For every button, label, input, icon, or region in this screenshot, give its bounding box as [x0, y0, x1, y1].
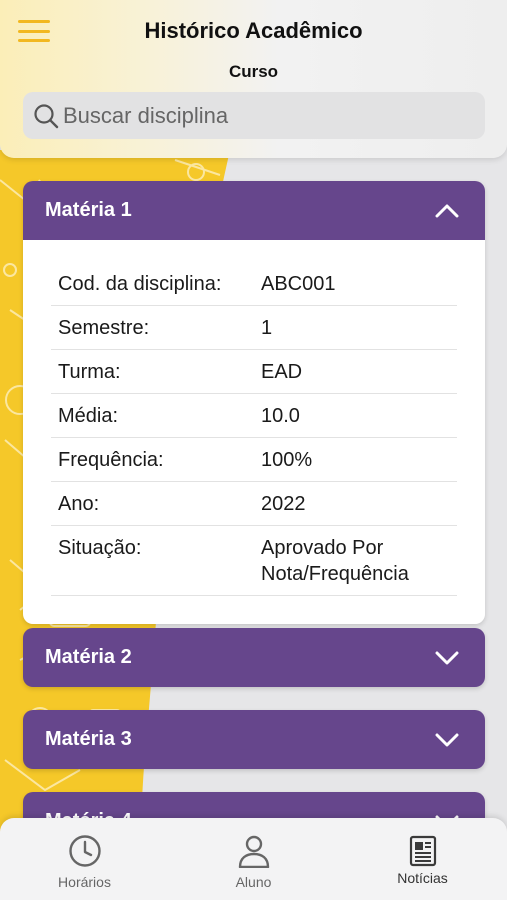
subject-card: Matéria 1 Cod. da disciplina: ABC001 Sem…: [23, 181, 485, 624]
nav-item-horarios[interactable]: Horários: [0, 818, 169, 900]
detail-row: Turma: EAD: [51, 350, 457, 394]
subject-card: Matéria 2: [23, 628, 485, 687]
subject-name: Matéria 3: [45, 728, 132, 750]
detail-row: Semestre: 1: [51, 306, 457, 350]
search-bar[interactable]: [23, 92, 485, 139]
detail-label: Cod. da disciplina:: [58, 273, 222, 295]
subject-header[interactable]: Matéria 3: [23, 710, 485, 769]
detail-row: Frequência: 100%: [51, 438, 457, 482]
subject-name: Matéria 1: [45, 199, 132, 221]
detail-label: Semestre:: [58, 317, 150, 339]
newspaper-icon: [409, 835, 436, 867]
detail-value: 1: [261, 317, 273, 339]
detail-row: Situação: Aprovado Por Nota/Frequência: [51, 526, 457, 596]
detail-value: 100%: [261, 449, 313, 471]
detail-value: ABC001: [261, 273, 336, 295]
search-icon: [34, 103, 59, 128]
detail-value: 2022: [261, 493, 306, 515]
detail-row: Média: 10.0: [51, 394, 457, 438]
app-header: Histórico Acadêmico Curso: [0, 0, 507, 158]
detail-label: Situação:: [58, 537, 142, 559]
nav-label: Aluno: [235, 874, 272, 890]
subject-header[interactable]: Matéria 2: [23, 628, 485, 687]
search-input[interactable]: [63, 102, 463, 129]
detail-row: Ano: 2022: [51, 482, 457, 526]
subject-details: Cod. da disciplina: ABC001 Semestre: 1 T…: [23, 240, 485, 624]
bottom-nav: Horários Aluno Notícias: [0, 818, 507, 900]
detail-label: Turma:: [58, 361, 121, 383]
detail-label: Frequência:: [58, 449, 164, 471]
chevron-down-icon: [435, 651, 459, 664]
nav-item-noticias[interactable]: Notícias: [338, 818, 507, 900]
detail-label: Média:: [58, 405, 119, 427]
chevron-up-icon: [435, 204, 459, 217]
nav-label: Horários: [58, 874, 111, 890]
nav-label: Notícias: [397, 870, 448, 886]
page-title: Histórico Acadêmico: [144, 18, 363, 43]
user-icon: [238, 835, 269, 868]
nav-item-aluno[interactable]: Aluno: [169, 818, 338, 900]
detail-value: EAD: [261, 361, 303, 383]
course-subtitle: Curso: [228, 62, 279, 81]
detail-value: 10.0: [261, 405, 300, 427]
clock-icon: [68, 835, 101, 867]
subject-name: Matéria 2: [45, 646, 132, 668]
detail-row: Cod. da disciplina: ABC001: [51, 262, 457, 306]
chevron-down-icon: [435, 733, 459, 746]
detail-value: Aprovado Por Nota/Frequência: [261, 537, 409, 585]
detail-label: Ano:: [58, 493, 100, 515]
subject-header[interactable]: Matéria 1: [23, 181, 485, 240]
subject-card: Matéria 3: [23, 710, 485, 769]
